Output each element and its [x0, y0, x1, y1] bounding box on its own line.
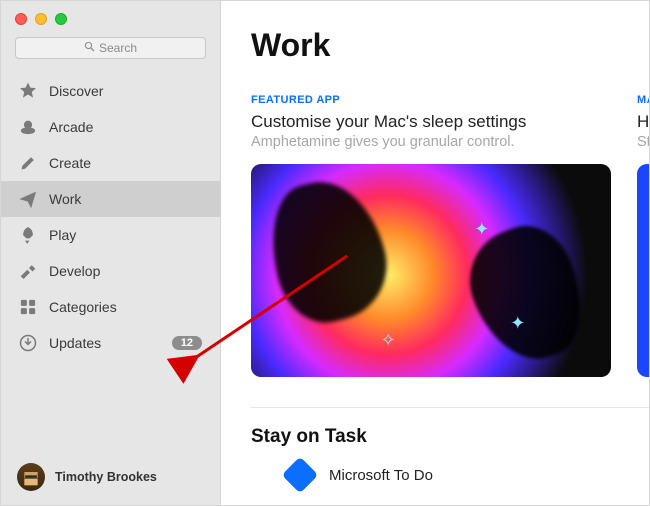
sidebar-item-updates[interactable]: Updates 12 [1, 325, 220, 361]
featured-card-2[interactable]: MASTER YO Help Ma Streamli [637, 94, 649, 377]
sidebar-item-label: Work [49, 191, 81, 207]
sidebar-item-play[interactable]: Play [1, 217, 220, 253]
avatar [17, 463, 45, 491]
sidebar-item-arcade[interactable]: Arcade [1, 109, 220, 145]
main-content: Work FEATURED APP Customise your Mac's s… [221, 1, 649, 505]
sidebar-item-label: Play [49, 227, 76, 243]
featured-artwork: ✦✦✧ [251, 164, 611, 377]
featured-row: FEATURED APP Customise your Mac's sleep … [251, 94, 649, 377]
window-traffic-lights [1, 1, 220, 31]
paperplane-icon [19, 190, 37, 208]
rocket-icon [19, 226, 37, 244]
paintbrush-icon [19, 154, 37, 172]
featured-headline: Customise your Mac's sleep settings [251, 112, 611, 132]
sidebar-item-develop[interactable]: Develop [1, 253, 220, 289]
sidebar-item-create[interactable]: Create [1, 145, 220, 181]
sidebar-item-label: Categories [49, 299, 117, 315]
star-icon [19, 82, 37, 100]
window-close-button[interactable] [15, 13, 27, 25]
hammer-icon [19, 262, 37, 280]
featured-eyebrow: FEATURED APP [251, 94, 611, 106]
sidebar-item-label: Arcade [49, 119, 93, 135]
search-input[interactable]: Search [15, 37, 206, 59]
featured-headline: Help Ma [637, 112, 649, 132]
sidebar-item-label: Updates [49, 335, 101, 351]
arcade-icon [19, 118, 37, 136]
app-window: Search Discover Arcade Create [0, 0, 650, 506]
featured-card[interactable]: FEATURED APP Customise your Mac's sleep … [251, 94, 611, 377]
featured-artwork [637, 164, 649, 377]
user-account-row[interactable]: Timothy Brookes [1, 451, 220, 505]
featured-eyebrow: MASTER YO [637, 94, 649, 106]
user-name: Timothy Brookes [55, 470, 157, 484]
app-icon [282, 457, 319, 494]
sidebar-item-label: Discover [49, 83, 103, 99]
sidebar-item-label: Create [49, 155, 91, 171]
featured-subtitle: Amphetamine gives you granular control. [251, 134, 611, 150]
section-title: Stay on Task [251, 426, 649, 448]
sidebar-item-categories[interactable]: Categories [1, 289, 220, 325]
window-minimize-button[interactable] [35, 13, 47, 25]
updates-badge: 12 [172, 336, 202, 350]
sidebar-nav: Discover Arcade Create Work [1, 69, 220, 451]
download-icon [19, 334, 37, 352]
sidebar: Search Discover Arcade Create [1, 1, 221, 505]
sidebar-item-work[interactable]: Work [1, 181, 220, 217]
sidebar-item-label: Develop [49, 263, 100, 279]
search-field-wrap: Search [1, 31, 220, 69]
window-zoom-button[interactable] [55, 13, 67, 25]
app-list-item[interactable]: Microsoft To Do [251, 462, 649, 488]
stay-on-task-section: Stay on Task Microsoft To Do [251, 407, 649, 488]
app-name: Microsoft To Do [329, 467, 433, 484]
page-title: Work [251, 27, 649, 64]
grid-icon [19, 298, 37, 316]
sidebar-item-discover[interactable]: Discover [1, 73, 220, 109]
featured-subtitle: Streamli [637, 134, 649, 150]
search-icon [84, 41, 95, 55]
search-placeholder: Search [99, 41, 137, 55]
